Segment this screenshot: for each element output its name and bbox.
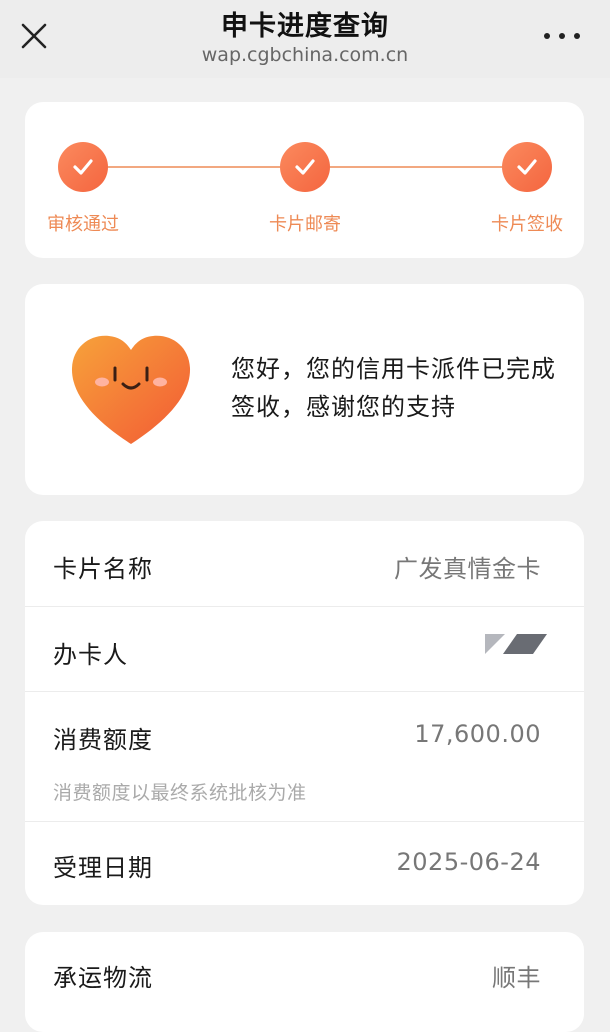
step-label-received: 卡片签收 [491, 214, 563, 235]
row-carrier: 承运物流 顺丰 [25, 932, 584, 1016]
step-mailed-check-icon [280, 142, 330, 192]
row-card-name: 卡片名称 广发真情金卡 [25, 521, 584, 607]
card-name-value: 广发真情金卡 [394, 555, 541, 583]
carrier-label: 承运物流 [53, 964, 153, 992]
credit-limit-note: 消费额度以最终系统批核为准 [53, 782, 307, 804]
accept-date-value: 2025-06-24 [396, 848, 541, 876]
step-label-approved: 审核通过 [47, 214, 119, 235]
step-label-mailed: 卡片邮寄 [269, 214, 341, 235]
smiling-heart-icon [69, 334, 193, 446]
top-bar: 申卡进度查询 wap.cgbchina.com.cn [0, 0, 610, 78]
page-url: wap.cgbchina.com.cn [201, 44, 409, 66]
more-dot [544, 33, 550, 39]
row-credit-limit: 消费额度 17,600.00 消费额度以最终系统批核为准 [25, 692, 584, 822]
row-applicant: 办卡人 [25, 607, 584, 692]
progress-card: 审核通过 卡片邮寄 卡片签收 [25, 102, 584, 258]
applicant-label: 办卡人 [53, 641, 128, 669]
card-details: 卡片名称 广发真情金卡 办卡人 消费额度 17,600.00 消费额度以最终系统… [25, 521, 584, 905]
notice-message: 您好，您的信用卡派件已完成签收，感谢您的支持 [231, 355, 556, 421]
credit-limit-value: 17,600.00 [414, 720, 541, 748]
card-name-label: 卡片名称 [53, 555, 153, 583]
more-icon[interactable] [540, 22, 584, 50]
logistics-card: 承运物流 顺丰 [25, 932, 584, 1032]
page-title: 申卡进度查询 [221, 11, 389, 42]
more-dot [559, 33, 565, 39]
notice-card: 您好，您的信用卡派件已完成签收，感谢您的支持 [25, 284, 584, 495]
credit-limit-label: 消费额度 [53, 726, 153, 754]
accept-date-label: 受理日期 [53, 854, 153, 882]
step-approved-check-icon [58, 142, 108, 192]
applicant-redacted-icon [483, 632, 549, 660]
more-dot [574, 33, 580, 39]
carrier-value: 顺丰 [492, 964, 541, 992]
step-received-check-icon [502, 142, 552, 192]
row-accept-date: 受理日期 2025-06-24 [25, 822, 584, 905]
